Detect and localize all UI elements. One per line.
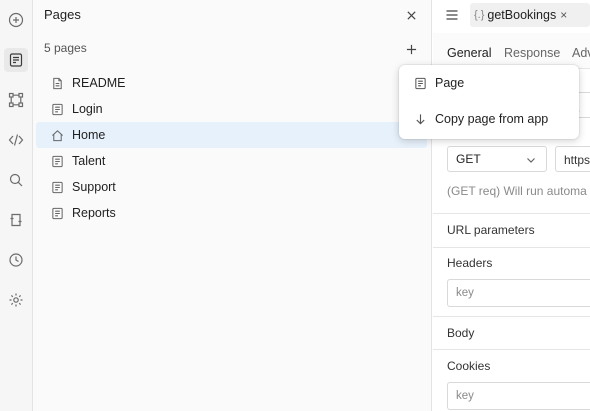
page-item-label: README <box>72 76 126 90</box>
page-item-talent[interactable]: Talent <box>36 148 427 174</box>
run-hint: (GET req) Will run automa <box>447 184 587 198</box>
close-icon[interactable] <box>403 7 419 23</box>
pages-panel: Pages 5 pages README Login Home Talent S… <box>33 0 432 411</box>
page-item-label: Support <box>72 180 116 194</box>
hamburger-icon[interactable] <box>445 8 459 22</box>
page-icon <box>51 181 64 194</box>
search-icon[interactable] <box>4 168 28 192</box>
divider <box>433 349 590 350</box>
menu-item-page[interactable]: Page <box>399 66 579 100</box>
divider <box>433 316 590 317</box>
page-icon <box>413 76 427 90</box>
menu-item-label: Page <box>435 76 465 90</box>
close-tab-icon[interactable]: × <box>560 8 567 22</box>
home-icon <box>51 129 64 142</box>
headers-label: Headers <box>447 256 493 270</box>
menu-item-label: Copy page from app <box>435 112 549 126</box>
state-icon[interactable] <box>4 208 28 232</box>
pages-icon[interactable] <box>4 48 28 72</box>
menu-item-copy-page[interactable]: Copy page from app <box>399 102 579 136</box>
page-item-reports[interactable]: Reports <box>36 200 427 226</box>
components-icon[interactable] <box>4 88 28 112</box>
page-item-label: Talent <box>72 154 106 168</box>
cookies-key-input[interactable]: key <box>447 382 590 410</box>
query-tab[interactable]: {.} getBookings × <box>470 3 590 27</box>
page-item-login[interactable]: Login <box>36 96 427 122</box>
page-item-home[interactable]: Home <box>36 122 427 148</box>
page-item-label: Home <box>72 128 106 142</box>
page-icon <box>51 155 64 168</box>
pages-count: 5 pages <box>44 41 87 55</box>
tab-response[interactable]: Response <box>504 46 560 60</box>
page-item-readme[interactable]: README <box>36 70 427 96</box>
icon-rail <box>0 0 33 411</box>
code-icon[interactable] <box>4 128 28 152</box>
arrow-down-icon <box>413 112 427 126</box>
add-page-icon[interactable] <box>403 41 419 57</box>
history-icon[interactable] <box>4 248 28 272</box>
method-value: GET <box>456 152 481 166</box>
divider <box>433 247 590 248</box>
page-list: README Login Home Talent Support Reports <box>36 70 427 226</box>
add-page-menu: Page Copy page from app <box>399 65 579 139</box>
add-circle-icon[interactable] <box>4 8 28 32</box>
page-item-label: Reports <box>72 206 116 220</box>
cookies-label: Cookies <box>447 359 491 373</box>
url-input[interactable]: https <box>555 146 590 172</box>
body-label: Body <box>447 326 475 340</box>
pages-title: Pages <box>44 7 81 22</box>
query-panel: {.} getBookings × General Response Adv t… <box>433 0 590 411</box>
tab-advanced[interactable]: Adv <box>572 46 590 60</box>
page-icon <box>51 207 64 220</box>
query-subtabs: General Response Adv <box>433 33 590 69</box>
method-select[interactable]: GET <box>447 146 547 172</box>
chevron-down-icon <box>526 154 536 164</box>
divider <box>433 213 590 214</box>
query-braces-icon: {.} <box>474 9 485 21</box>
page-icon <box>51 103 64 116</box>
query-tab-title: getBookings <box>487 8 557 22</box>
headers-key-input[interactable]: key <box>447 279 590 307</box>
url-parameters-label: URL parameters <box>447 223 535 237</box>
document-icon <box>51 77 64 90</box>
settings-icon[interactable] <box>4 288 28 312</box>
page-item-label: Login <box>72 102 103 116</box>
tab-general[interactable]: General <box>447 46 491 60</box>
page-item-support[interactable]: Support <box>36 174 427 200</box>
